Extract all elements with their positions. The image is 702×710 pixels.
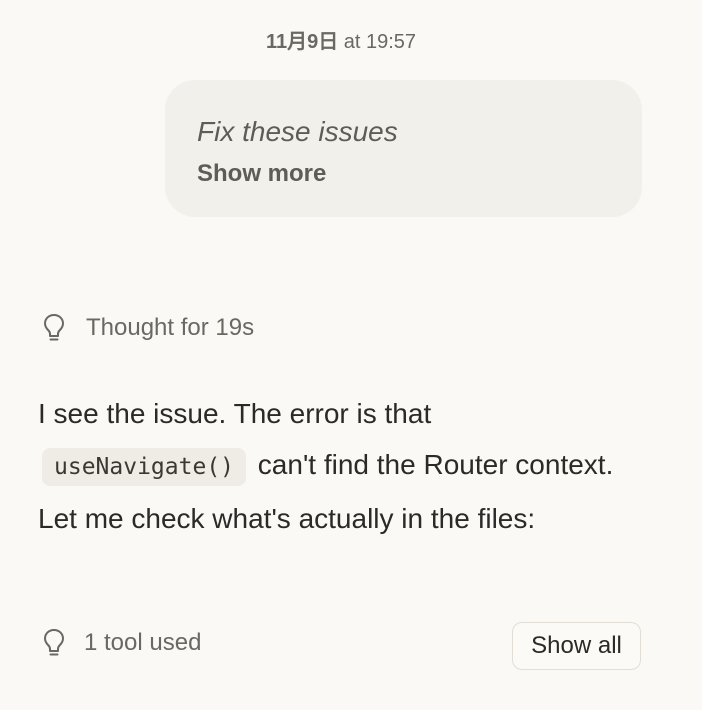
- timestamp-time: at 19:57: [343, 31, 417, 53]
- timestamp-date: 11月9日: [265, 31, 339, 53]
- thought-label: Thought for 19s: [86, 314, 255, 341]
- lightbulb-icon: [44, 314, 64, 341]
- response-text-before: I see the issue. The error is that: [38, 398, 432, 429]
- show-more-button[interactable]: Show more: [197, 160, 326, 188]
- tools-used-summary: 1 tool used: [40, 627, 201, 659]
- assistant-response: I see the issue. The error is that useNa…: [38, 388, 638, 544]
- message-timestamp: 11月9日 at 19:57: [0, 25, 682, 54]
- lightbulb-icon: [44, 629, 64, 656]
- show-all-button[interactable]: Show all: [512, 622, 641, 670]
- user-message-bubble: Fix these issues Show more: [165, 80, 642, 217]
- user-message-text: Fix these issues: [197, 116, 398, 147]
- tools-used-label: 1 tool used: [84, 629, 202, 656]
- thought-toggle[interactable]: Thought for 19s: [40, 312, 254, 344]
- inline-code: useNavigate(): [42, 448, 247, 486]
